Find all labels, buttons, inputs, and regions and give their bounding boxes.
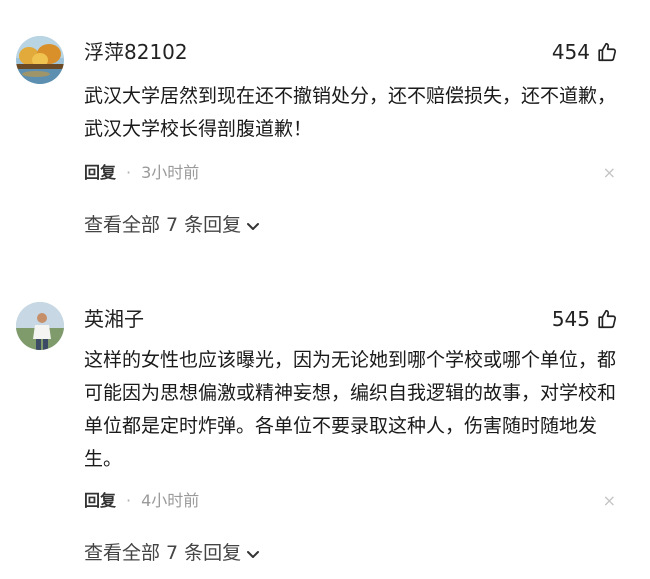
view-all-replies-button[interactable]: 查看全部 7 条回复 — [84, 212, 261, 238]
comment-meta: 回复 · 4小时前 — [84, 490, 199, 512]
view-all-replies-button[interactable]: 查看全部 7 条回复 — [84, 540, 261, 566]
reply-button[interactable]: 回复 — [84, 162, 116, 184]
thumbs-up-icon — [598, 42, 617, 62]
timestamp: 3小时前 — [141, 163, 200, 182]
thumbs-up-icon — [598, 309, 617, 329]
avatar[interactable] — [16, 302, 64, 350]
avatar-landscape-image — [16, 36, 64, 84]
comment-text: 这样的女性也应该曝光，因为无论她到哪个学校或哪个单位，都可能因为思想偏激或精神妄… — [84, 349, 617, 470]
meta-separator: · — [126, 163, 132, 182]
avatar[interactable] — [16, 36, 64, 84]
meta-separator: · — [126, 491, 132, 510]
username[interactable]: 英湘子 — [84, 306, 144, 332]
comment-item: 英湘子 545 这样的女性也应该曝光，因为无论她到哪个学校或哪个单位，都可能因为… — [0, 270, 650, 579]
like-count: 545 — [551, 307, 590, 331]
like-count: 454 — [551, 40, 590, 64]
like-button[interactable]: 454 — [552, 39, 618, 65]
reply-button[interactable]: 回复 — [84, 490, 116, 512]
timestamp: 4小时前 — [141, 491, 200, 510]
view-all-replies-label: 查看全部 7 条回复 — [84, 214, 242, 236]
chevron-down-icon — [247, 551, 260, 558]
avatar-person-image — [16, 302, 64, 350]
view-all-replies-label: 查看全部 7 条回复 — [84, 542, 242, 564]
comment-item: 浮萍82102 454 武汉大学居然到现在还不撤销处分，还不赔偿损失，还不道歉，… — [0, 0, 650, 270]
comment-text: 武汉大学居然到现在还不撤销处分，还不赔偿损失，还不道歉，武汉大学校长得剖腹道歉！ — [84, 85, 617, 140]
chevron-down-icon — [247, 223, 260, 230]
comment-meta: 回复 · 3小时前 — [84, 162, 199, 184]
close-icon[interactable]: × — [603, 162, 616, 184]
close-icon[interactable]: × — [603, 490, 616, 512]
like-button[interactable]: 545 — [552, 306, 618, 332]
username[interactable]: 浮萍82102 — [84, 39, 188, 65]
